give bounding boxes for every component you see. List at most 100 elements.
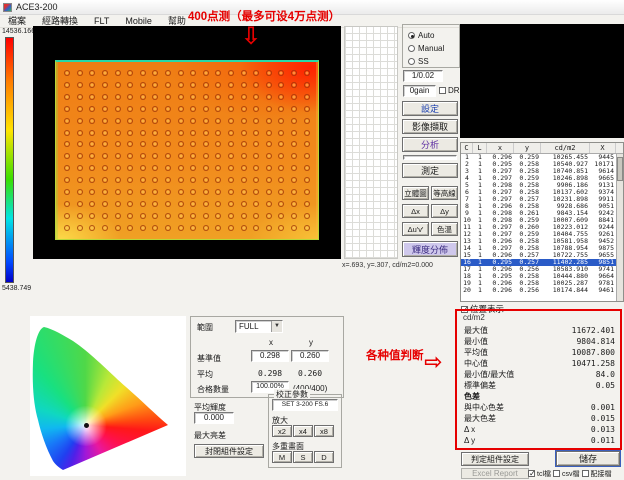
zoom-button-x8[interactable]: x8: [314, 425, 334, 437]
measure-point: [228, 118, 234, 124]
multi-button-s[interactable]: S: [293, 451, 313, 463]
table-row[interactable]: 2010.2960.25610174.8449461: [461, 287, 616, 294]
measure-point: [215, 153, 221, 159]
stereo-button[interactable]: 立體圖: [402, 186, 429, 200]
measure-point: [115, 130, 121, 136]
reference-x-field[interactable]: 0.298: [251, 350, 289, 362]
column-header: L: [473, 143, 487, 153]
heatmap-view[interactable]: [33, 26, 341, 259]
scrollbar-thumb[interactable]: [617, 157, 623, 181]
table-row[interactable]: 1110.2970.26010223.0129244: [461, 224, 616, 231]
exposure-field[interactable]: 1/0.02: [403, 70, 443, 82]
table-row[interactable]: 1810.2950.25810444.8809664: [461, 273, 616, 280]
measure-point: [203, 213, 209, 219]
dr-checkbox[interactable]: DR: [439, 86, 460, 95]
table-row[interactable]: 210.2950.25810540.92710171: [461, 161, 616, 168]
table-row[interactable]: 810.2960.2589928.6869051: [461, 203, 616, 210]
measure-point: [253, 70, 259, 76]
capture-button[interactable]: 影像擷取: [402, 119, 458, 134]
mode-radio-ss[interactable]: SS: [408, 55, 459, 68]
table-cell: 9851: [590, 259, 616, 266]
stat-value: 11672.401: [572, 325, 615, 336]
measure-point: [64, 141, 70, 147]
table-row[interactable]: 410.2970.25910246.8989665: [461, 175, 616, 182]
table-row[interactable]: 1210.2970.25910404.7559261: [461, 231, 616, 238]
reference-y-field[interactable]: 0.260: [291, 350, 329, 362]
table-cell: 10444.880: [541, 273, 590, 280]
table-row[interactable]: 110.2960.25910265.4559445: [461, 154, 616, 161]
excel-report-button[interactable]: Excel Report: [461, 468, 529, 479]
export-check-1[interactable]: tcl檔: [528, 469, 551, 479]
delta-y-button[interactable]: Δy: [431, 204, 458, 218]
table-scrollbar[interactable]: [616, 154, 623, 301]
table-cell: 0.261: [514, 210, 541, 217]
table-row[interactable]: 1710.2960.25610583.9109741: [461, 266, 616, 273]
table-row[interactable]: 1410.2970.25810788.9549875: [461, 245, 616, 252]
measure-point: [165, 70, 171, 76]
table-cell: 3: [461, 168, 473, 175]
settings-button[interactable]: 設定: [402, 101, 458, 116]
measure-point: [291, 118, 297, 124]
column-header: x: [487, 143, 514, 153]
multi-button-m[interactable]: M: [272, 451, 292, 463]
measure-point: [77, 70, 83, 76]
menu-item-1[interactable]: 檔案: [0, 15, 34, 28]
save-button[interactable]: 儲存: [556, 451, 620, 466]
measure-point: [165, 189, 171, 195]
export-check-3[interactable]: 配接檔: [582, 469, 612, 479]
table-cell: 9374: [590, 189, 616, 196]
contour-button[interactable]: 等高線: [431, 186, 458, 200]
measure-point: [304, 130, 310, 136]
table-cell: 0.259: [514, 175, 541, 182]
annotation-judge: 各种值判断: [366, 347, 424, 363]
measure-point: [102, 130, 108, 136]
avg-lum-field[interactable]: 0.000: [194, 412, 234, 424]
multi-button-d[interactable]: D: [314, 451, 334, 463]
table-row[interactable]: 910.2980.2619843.1549242: [461, 210, 616, 217]
measure-point: [89, 106, 95, 112]
delta-uv-button[interactable]: Δu'v': [402, 222, 429, 236]
stats-rows: 最大值11672.401最小值9804.814平均值10087.800中心值10…: [459, 325, 622, 446]
table-row[interactable]: 1310.2960.25810581.9589452: [461, 238, 616, 245]
table-cell: 10223.012: [541, 224, 590, 231]
delta-x-button[interactable]: Δx: [402, 204, 429, 218]
table-row[interactable]: 510.2980.2589906.1869131: [461, 182, 616, 189]
measure-point: [152, 141, 158, 147]
gain-field[interactable]: 0gain: [403, 85, 436, 97]
measure-point: [266, 106, 272, 112]
mode-label: Manual: [418, 44, 444, 53]
table-row[interactable]: 1510.2960.25710722.7559655: [461, 252, 616, 259]
table-cell: 0.296: [487, 287, 514, 294]
table-row[interactable]: 1910.2960.25810025.2879781: [461, 280, 616, 287]
mode-radio-manual[interactable]: Manual: [408, 42, 459, 55]
table-cell: 1: [473, 154, 487, 161]
measure-button[interactable]: 測定: [402, 163, 458, 178]
checkbox-icon: [582, 470, 589, 477]
stat-row: 標準偏差0.05: [459, 380, 622, 391]
table-row[interactable]: 1610.2950.25711402.2859851: [461, 259, 616, 266]
table-row[interactable]: 1010.2980.25910007.6098841: [461, 217, 616, 224]
mode-radio-auto[interactable]: Auto: [408, 29, 459, 42]
table-row[interactable]: 610.2970.25810137.6029374: [461, 189, 616, 196]
measure-point: [178, 153, 184, 159]
export-check-2[interactable]: csv檔: [553, 469, 580, 479]
luminance-dist-button[interactable]: 輝度分佈: [402, 241, 458, 257]
zoom-button-x2[interactable]: x2: [272, 425, 292, 437]
table-cell: 13: [461, 238, 473, 245]
range-select[interactable]: FULL▼: [235, 320, 283, 333]
table-row[interactable]: 310.2970.25810740.8519614: [461, 168, 616, 175]
closed-comp-settings-button[interactable]: 封閉組件設定: [194, 444, 264, 458]
color-temp-button[interactable]: 色溫: [431, 222, 458, 236]
measure-point: [115, 177, 121, 183]
table-cell: 1: [473, 273, 487, 280]
judge-comp-settings-button[interactable]: 判定組件設定: [461, 452, 529, 466]
chevron-down-icon[interactable]: ▼: [271, 321, 282, 332]
analyze-button[interactable]: 分析: [402, 137, 458, 152]
table-row[interactable]: 710.2970.25710231.8989911: [461, 196, 616, 203]
table-cell: 0.297: [487, 175, 514, 182]
measure-point: [304, 141, 310, 147]
down-arrow-icon: ⇩: [241, 22, 261, 50]
measure-point: [64, 213, 70, 219]
zoom-button-x4[interactable]: x4: [293, 425, 313, 437]
measure-point: [266, 153, 272, 159]
